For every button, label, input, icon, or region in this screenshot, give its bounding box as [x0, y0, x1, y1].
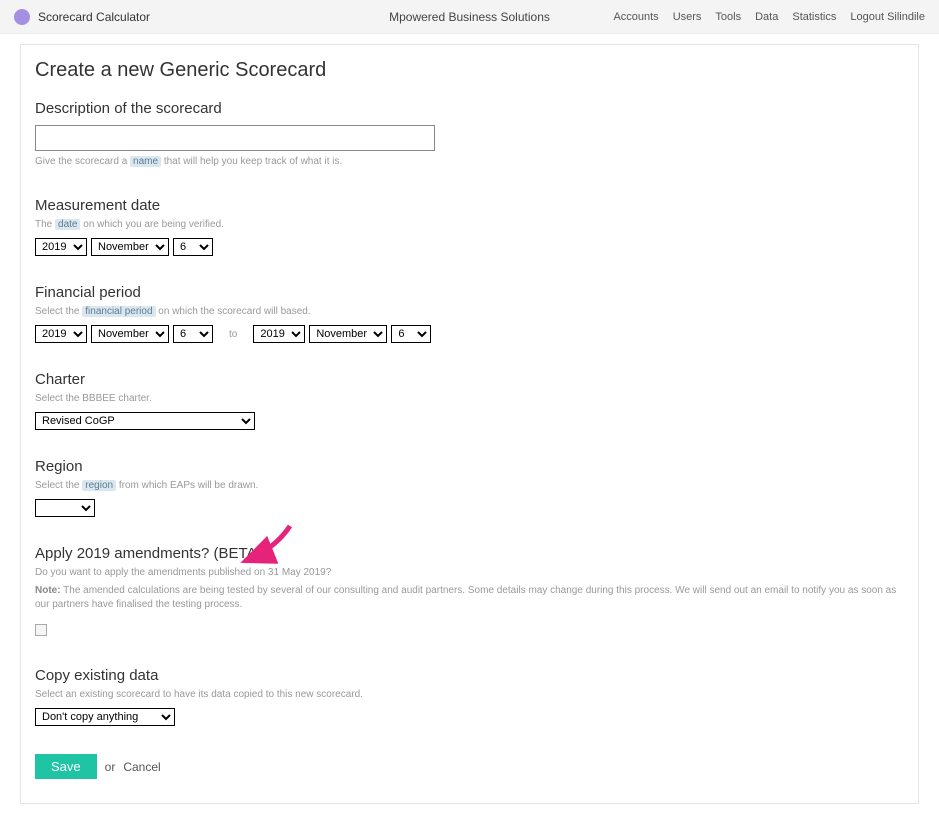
- section-copy-data: Copy existing data Select an existing sc…: [35, 667, 904, 726]
- brand-name: Mpowered Business Solutions: [389, 10, 550, 24]
- measurement-help: The date on which you are being verified…: [35, 218, 904, 232]
- amendments-help-1: Do you want to apply the amendments publ…: [35, 566, 904, 580]
- description-label: Description of the scorecard: [35, 100, 904, 117]
- nav-data[interactable]: Data: [755, 11, 778, 23]
- amendments-checkbox[interactable]: [35, 624, 47, 636]
- description-help: Give the scorecard a name that will help…: [35, 155, 904, 169]
- financial-from-month-select[interactable]: November: [91, 325, 169, 343]
- section-description: Description of the scorecard Give the sc…: [35, 100, 904, 169]
- charter-label: Charter: [35, 371, 904, 388]
- nav-users[interactable]: Users: [673, 11, 702, 23]
- top-nav: Accounts Users Tools Data Statistics Log…: [613, 11, 925, 23]
- top-header: Scorecard Calculator Mpowered Business S…: [0, 0, 939, 34]
- section-amendments: Apply 2019 amendments? (BETA) Do you wan…: [35, 545, 904, 639]
- app-title: Scorecard Calculator: [38, 10, 150, 24]
- cancel-link[interactable]: Cancel: [123, 760, 160, 774]
- financial-to-day-select[interactable]: 6: [391, 325, 431, 343]
- amendments-label: Apply 2019 amendments? (BETA): [35, 545, 904, 562]
- form-card: Create a new Generic Scorecard Descripti…: [20, 44, 919, 804]
- region-select[interactable]: [35, 499, 95, 517]
- amendments-note: Note: The amended calculations are being…: [35, 584, 904, 612]
- measurement-day-select[interactable]: 6: [173, 238, 213, 256]
- or-text: or: [105, 760, 116, 774]
- app-logo-icon: [14, 9, 30, 25]
- financial-help: Select the financial period on which the…: [35, 305, 904, 319]
- section-charter: Charter Select the BBBEE charter. Revise…: [35, 371, 904, 430]
- charter-select[interactable]: Revised CoGP: [35, 412, 255, 430]
- charter-help: Select the BBBEE charter.: [35, 392, 904, 406]
- copy-select[interactable]: Don't copy anything: [35, 708, 175, 726]
- measurement-label: Measurement date: [35, 197, 904, 214]
- nav-accounts[interactable]: Accounts: [613, 11, 658, 23]
- financial-from-day-select[interactable]: 6: [173, 325, 213, 343]
- financial-to-year-select[interactable]: 2019: [253, 325, 305, 343]
- measurement-month-select[interactable]: November: [91, 238, 169, 256]
- page-title: Create a new Generic Scorecard: [35, 59, 904, 82]
- financial-to-word: to: [229, 329, 237, 340]
- financial-to-month-select[interactable]: November: [309, 325, 387, 343]
- copy-help: Select an existing scorecard to have its…: [35, 688, 904, 702]
- save-button[interactable]: Save: [35, 754, 97, 779]
- copy-label: Copy existing data: [35, 667, 904, 684]
- region-help: Select the region from which EAPs will b…: [35, 479, 904, 493]
- section-financial-period: Financial period Select the financial pe…: [35, 284, 904, 343]
- form-actions: Save or Cancel: [35, 754, 904, 779]
- section-measurement-date: Measurement date The date on which you a…: [35, 197, 904, 256]
- financial-label: Financial period: [35, 284, 904, 301]
- financial-from-year-select[interactable]: 2019: [35, 325, 87, 343]
- nav-tools[interactable]: Tools: [715, 11, 741, 23]
- region-label: Region: [35, 458, 904, 475]
- section-region: Region Select the region from which EAPs…: [35, 458, 904, 517]
- nav-logout[interactable]: Logout Silindile: [850, 11, 925, 23]
- description-input[interactable]: [35, 125, 435, 151]
- measurement-year-select[interactable]: 2019: [35, 238, 87, 256]
- nav-statistics[interactable]: Statistics: [792, 11, 836, 23]
